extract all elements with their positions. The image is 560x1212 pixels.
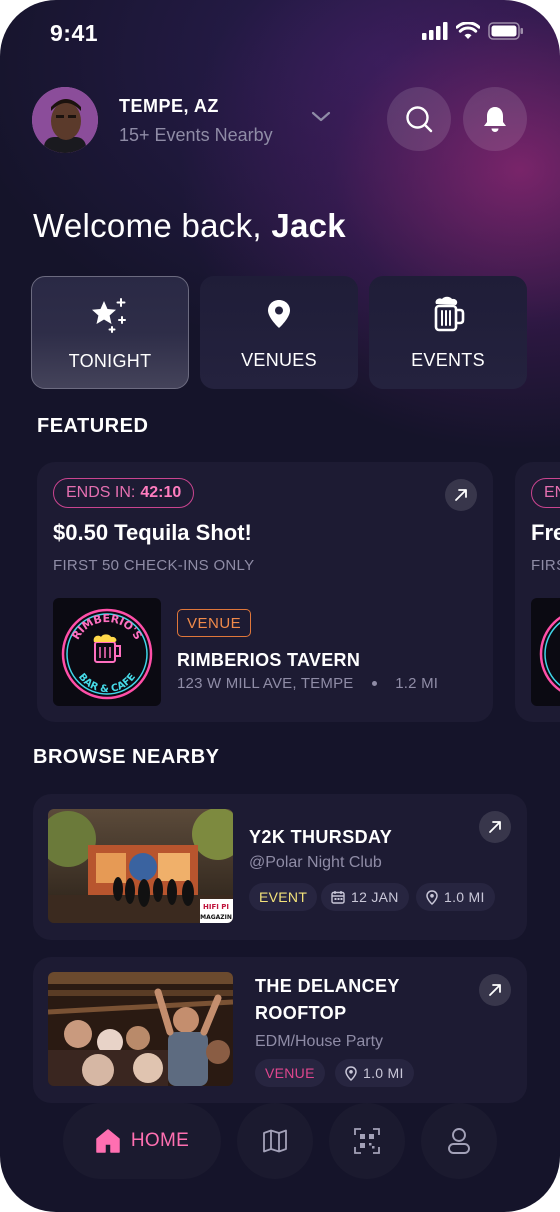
profile-icon [448,1128,470,1154]
item-title: THE DELANCEY ROOFTOP [255,973,400,1027]
ends-in-timer: EN [531,478,560,508]
status-time: 9:41 [50,20,99,46]
distance-value: 1.0 MI [363,1065,404,1081]
event-date: 12 JAN [351,889,399,905]
welcome-user-name: Jack [271,207,346,244]
status-icons [422,22,524,40]
distance-chip: 1.0 MI [335,1059,414,1087]
location-pin-icon [268,300,290,328]
user-avatar[interactable] [32,87,98,153]
ends-in-timer: ENDS IN: 42:10 [53,478,195,508]
venue-logo: RIMBERIO'S BAR & CAFE [53,598,161,706]
bell-icon [484,107,506,132]
search-icon [406,106,433,133]
event-image: HIFI PI MAGAZIN [48,809,233,923]
event-date-chip: 12 JAN [321,883,409,911]
category-tonight[interactable]: TONIGHT [31,276,189,389]
nearby-item-card[interactable]: HIFI PI MAGAZIN Y2K THURSDAY @Polar Nigh… [33,794,527,940]
browse-nearby-heading: BROWSE NEARBY [33,746,220,768]
venue-tag: VENUE [177,609,252,637]
ends-in-label: ENDS IN: [66,484,136,501]
category-label: VENUES [241,350,317,370]
featured-deal-card[interactable]: ENDS IN: 42:10 $0.50 Tequila Shot! FIRST… [37,462,493,722]
open-item-button[interactable] [479,974,511,1006]
category-venues[interactable]: VENUES [200,276,358,389]
distance-value: 1.0 MI [444,889,485,905]
ends-in-time: 42:10 [140,484,182,501]
svg-text:MAGAZIN: MAGAZIN [200,914,232,921]
arrow-up-right-icon [489,821,501,833]
distance-chip: 1.0 MI [416,883,495,911]
nav-scan-button[interactable] [329,1103,405,1179]
venue-tag: VENUE [255,1059,325,1087]
qr-scan-icon [354,1128,380,1154]
search-button[interactable] [387,87,451,151]
featured-heading: FEATURED [37,415,149,437]
beer-mug-icon [434,296,465,332]
item-subtitle: EDM/House Party [255,1033,384,1050]
chevron-down-icon[interactable] [310,110,332,124]
nav-home-label: HOME [130,1130,190,1151]
arrow-up-right-icon [489,984,501,996]
featured-deal-card-next[interactable]: EN Fre FIRS [515,462,560,722]
ends-in-label: EN [544,484,560,501]
wifi-icon [456,22,480,39]
venue-address: 123 W MILL AVE, TEMPE [177,675,354,692]
deal-title: $0.50 Tequila Shot! [53,520,252,545]
location-city[interactable]: TEMPE, AZ [119,96,219,117]
arrow-up-right-icon [455,489,467,501]
item-title-line: ROOFTOP [255,1003,347,1023]
map-icon [263,1129,287,1153]
nav-profile-button[interactable] [421,1103,497,1179]
venue-logo-partial [539,616,560,692]
nav-home-button[interactable]: HOME [63,1103,221,1179]
nearby-item-card[interactable]: THE DELANCEY ROOFTOP EDM/House Party VEN… [33,957,527,1103]
location-pin-icon [426,889,438,905]
welcome-heading: Welcome back, Jack [33,207,346,245]
status-bar: 9:41 [0,0,560,66]
event-photo: HIFI PI MAGAZIN [48,809,233,923]
open-item-button[interactable] [479,811,511,843]
category-label: TONIGHT [68,351,152,371]
welcome-prefix: Welcome back, [33,207,262,244]
venue-logo [531,598,560,706]
cellular-signal-icon [422,22,448,40]
venue-distance: 1.2 MI [395,675,439,692]
deal-subtitle: FIRS [531,557,560,574]
svg-text:HIFI PI: HIFI PI [203,903,229,911]
venue-name[interactable]: RIMBERIOS TAVERN [177,650,360,671]
home-icon [96,1129,120,1153]
event-tag: EVENT [249,883,318,911]
item-title-line: THE DELANCEY [255,976,400,996]
deal-subtitle: FIRST 50 CHECK-INS ONLY [53,557,255,574]
separator-dot [371,681,377,686]
nav-map-button[interactable] [237,1103,313,1179]
notifications-button[interactable] [463,87,527,151]
events-nearby-count: 15+ Events Nearby [119,125,273,145]
category-label: EVENTS [411,350,485,370]
venue-address-line: 123 W MILL AVE, TEMPE 1.2 MI [177,675,438,692]
party-photo [48,972,233,1086]
phone-screen: 9:41 TEMPE, AZ 15+ Events Nearby Welcome… [0,0,560,1212]
category-events[interactable]: EVENTS [369,276,527,389]
avatar-photo [32,87,98,153]
location-pin-icon [345,1065,357,1081]
deal-title: Fre [531,520,560,545]
sparkle-star-icon [92,298,126,333]
battery-icon [488,22,523,40]
venue-image [48,972,233,1086]
open-deal-button[interactable] [445,479,477,511]
item-subtitle: @Polar Night Club [249,854,382,871]
calendar-icon [331,891,345,904]
item-title: Y2K THURSDAY [249,827,393,847]
rimberios-logo: RIMBERIO'S BAR & CAFE [61,608,153,700]
